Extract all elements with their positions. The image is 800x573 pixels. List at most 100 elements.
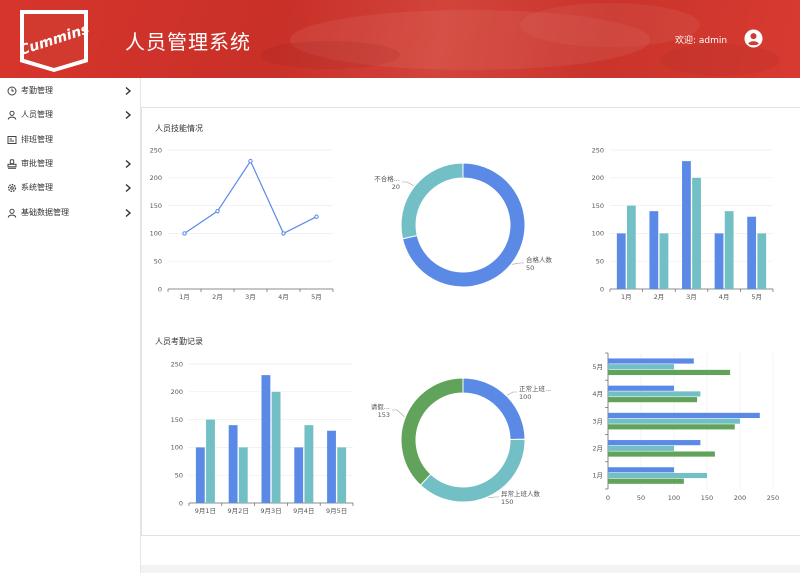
data-point: [314, 214, 319, 219]
y-tick-label: 3月: [592, 417, 603, 425]
label-leader-line: [402, 181, 414, 186]
bar: [692, 177, 701, 289]
bar: [327, 430, 336, 503]
pie-slice: [400, 377, 464, 486]
bar: [616, 233, 626, 289]
x-tick-label: 100: [668, 494, 680, 502]
data-point: [215, 208, 220, 214]
y-tick-label: 100: [592, 230, 604, 238]
bar: [608, 369, 731, 376]
x-tick-label: 250: [767, 494, 779, 502]
pie-slice: [400, 162, 464, 240]
y-tick-label: 50: [175, 472, 183, 480]
bar: [271, 391, 281, 503]
series-line: [184, 159, 317, 235]
x-tick-label: 4月: [719, 293, 730, 301]
slice-label: 合格人数: [526, 255, 553, 264]
bar: [608, 385, 674, 391]
y-tick-label: 100: [150, 230, 162, 238]
bar: [608, 472, 707, 479]
x-tick-label: 4月: [278, 293, 289, 301]
bar: [608, 467, 674, 473]
y-tick-label: 200: [171, 388, 183, 396]
y-tick-label: 200: [150, 174, 162, 182]
x-tick-label: 0: [606, 494, 610, 502]
data-point: [281, 231, 286, 236]
y-tick-label: 0: [179, 499, 183, 507]
bar: [608, 445, 674, 451]
x-tick-label: 5月: [751, 293, 762, 301]
x-tick-label: 50: [637, 494, 645, 502]
y-tick-label: 1月: [592, 472, 603, 480]
bar: [608, 391, 701, 397]
y-tick-label: 50: [596, 258, 604, 266]
bar: [659, 233, 669, 289]
x-tick-label: 3月: [245, 293, 256, 301]
data-point: [182, 231, 187, 236]
y-tick-label: 250: [171, 360, 183, 368]
bar: [724, 211, 734, 289]
slice-label: 不合格...: [374, 174, 400, 183]
y-tick-label: 250: [150, 146, 162, 154]
bar: [337, 447, 347, 503]
x-tick-label: 5月: [311, 293, 322, 301]
x-tick-label: 9月4日: [293, 507, 314, 515]
x-tick-label: 3月: [686, 293, 697, 301]
charts-canvas: 0501001502002501月 2月 3月 4月 5月合格人数50不合格...200…: [150, 146, 780, 515]
bar: [626, 205, 636, 289]
x-tick-label: 2月: [654, 293, 665, 301]
slice-label: 异常上班人数: [501, 489, 541, 498]
y-tick-label: 2月: [592, 445, 603, 453]
x-tick-label: 9月3日: [260, 507, 281, 515]
bar: [608, 451, 715, 457]
slice-value: 20: [392, 183, 400, 191]
slice-value: 150: [501, 498, 513, 506]
x-tick-label: 9月5日: [326, 507, 347, 515]
slice-label: 正常上班...: [519, 384, 551, 393]
x-tick-label: 1月: [621, 293, 632, 301]
slice-label: 请假...: [371, 402, 390, 411]
x-tick-label: 9月2日: [228, 507, 249, 515]
y-tick-label: 250: [592, 146, 604, 154]
bar: [649, 211, 659, 289]
y-tick-label: 150: [592, 202, 604, 210]
bar: [608, 358, 694, 364]
bar: [757, 233, 767, 289]
bar: [195, 447, 205, 503]
y-tick-label: 5月: [592, 363, 603, 371]
slice-value: 100: [519, 393, 531, 401]
label-leader-line: [392, 409, 405, 417]
y-tick-label: 0: [600, 285, 604, 293]
slice-value: 153: [378, 411, 390, 419]
slice-value: 50: [526, 264, 534, 272]
bar: [304, 425, 314, 503]
y-tick-label: 50: [154, 258, 162, 266]
label-leader-line: [488, 496, 499, 498]
x-tick-label: 1月: [179, 293, 190, 301]
bar: [206, 419, 215, 503]
bar: [608, 478, 684, 484]
y-tick-label: 150: [150, 202, 162, 210]
x-tick-label: 200: [734, 494, 746, 502]
x-tick-label: 150: [701, 494, 713, 502]
data-point: [248, 158, 253, 164]
bar: [608, 364, 674, 370]
bar: [608, 397, 698, 403]
label-leader-line: [507, 391, 517, 396]
bar: [714, 233, 724, 289]
y-tick-label: 4月: [592, 390, 603, 398]
bar: [682, 161, 691, 289]
y-tick-label: 200: [592, 174, 604, 182]
y-tick-label: 150: [171, 416, 183, 424]
x-tick-label: 2月: [212, 293, 223, 301]
y-tick-label: 100: [171, 444, 183, 452]
y-tick-label: 0: [158, 285, 162, 293]
bar: [608, 424, 735, 430]
bar: [261, 375, 271, 503]
bar: [608, 418, 740, 424]
x-tick-label: 9月1日: [195, 507, 216, 515]
label-leader-line: [512, 262, 524, 265]
bar: [238, 447, 248, 503]
pie-slice: [462, 377, 526, 440]
bar: [608, 412, 760, 419]
